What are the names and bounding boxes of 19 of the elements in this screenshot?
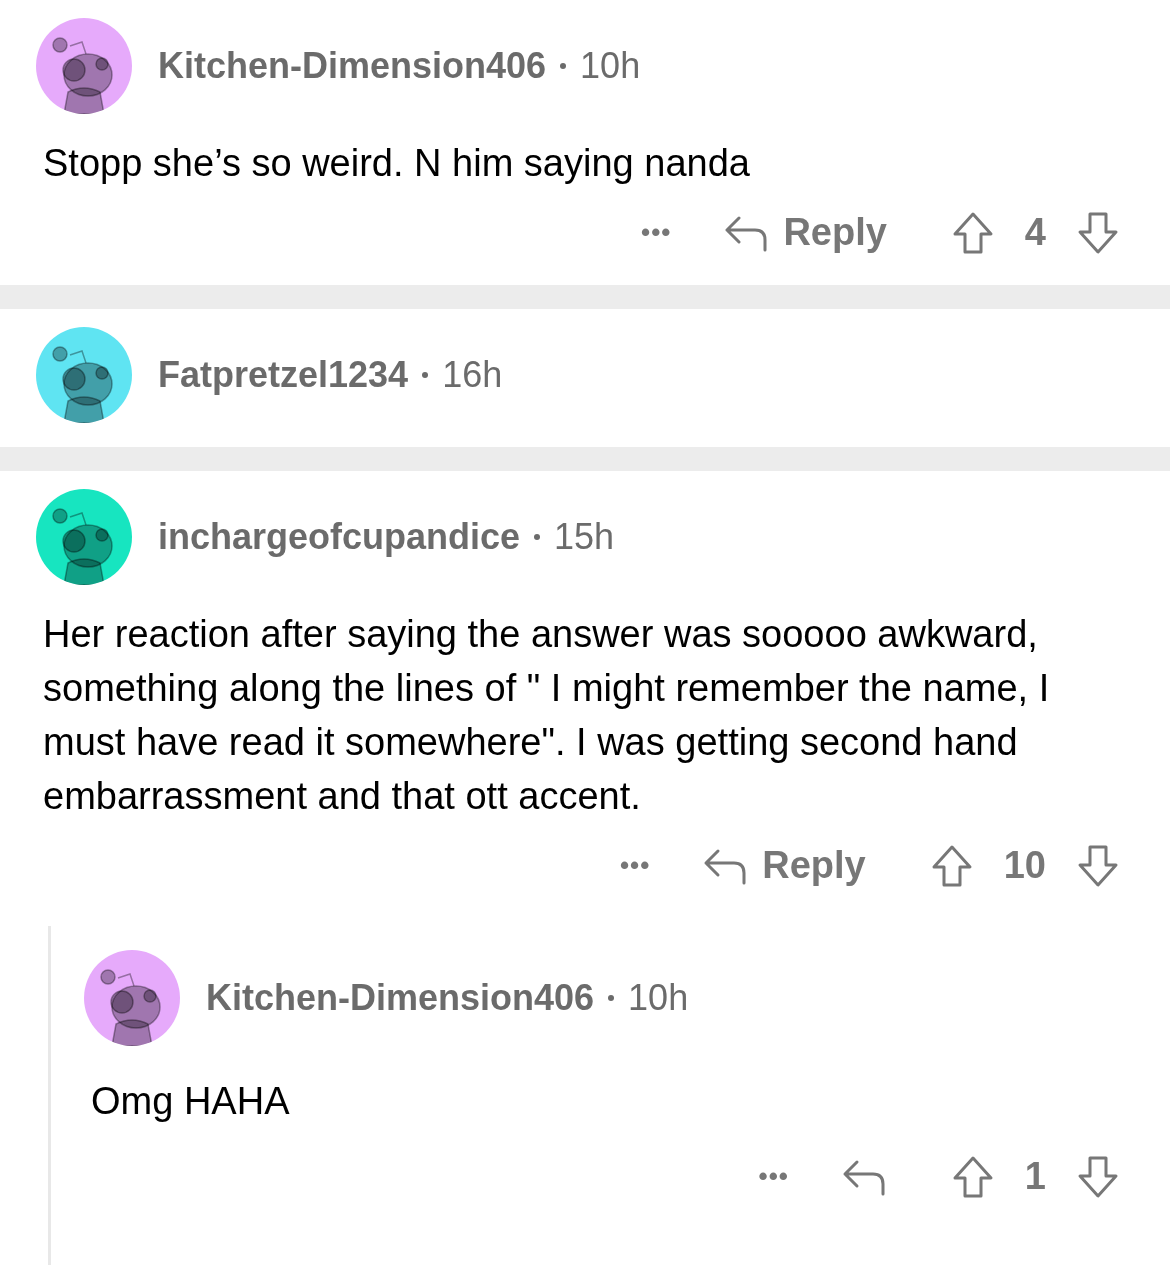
timestamp: 15h [554, 515, 615, 559]
username[interactable]: Fatpretzel1234 [158, 348, 409, 402]
timestamp: 10h [580, 44, 641, 88]
timestamp: 16h [442, 353, 503, 397]
vote-count: 10 [1003, 843, 1046, 888]
vote-count: 4 [1024, 210, 1046, 255]
comment-text: Stopp she’s so weird. N him saying nanda [43, 141, 751, 186]
reply-button[interactable]: Reply [723, 204, 887, 261]
username[interactable]: Kitchen-Dimension406 [206, 971, 595, 1025]
comment-text: Her reaction after saying the answer was sooooo awkward, something along the lines of " I might remember the name, I must have read it somewhere". I was getting second hand embarrassment and that ott accent. [43, 612, 1051, 819]
vote-count: 1 [1024, 1154, 1046, 1199]
username[interactable]: inchargeofcupandice [158, 510, 521, 564]
timestamp: 10h [628, 976, 689, 1020]
comment-text: Omg HAHA [91, 1079, 291, 1124]
reply-button[interactable]: Reply [702, 837, 866, 894]
username[interactable]: Kitchen-Dimension406 [158, 39, 547, 93]
more-options-button[interactable]: ••• [641, 213, 672, 252]
more-options-button[interactable]: ••• [619, 846, 651, 885]
more-options-button[interactable]: ••• [758, 1157, 789, 1196]
